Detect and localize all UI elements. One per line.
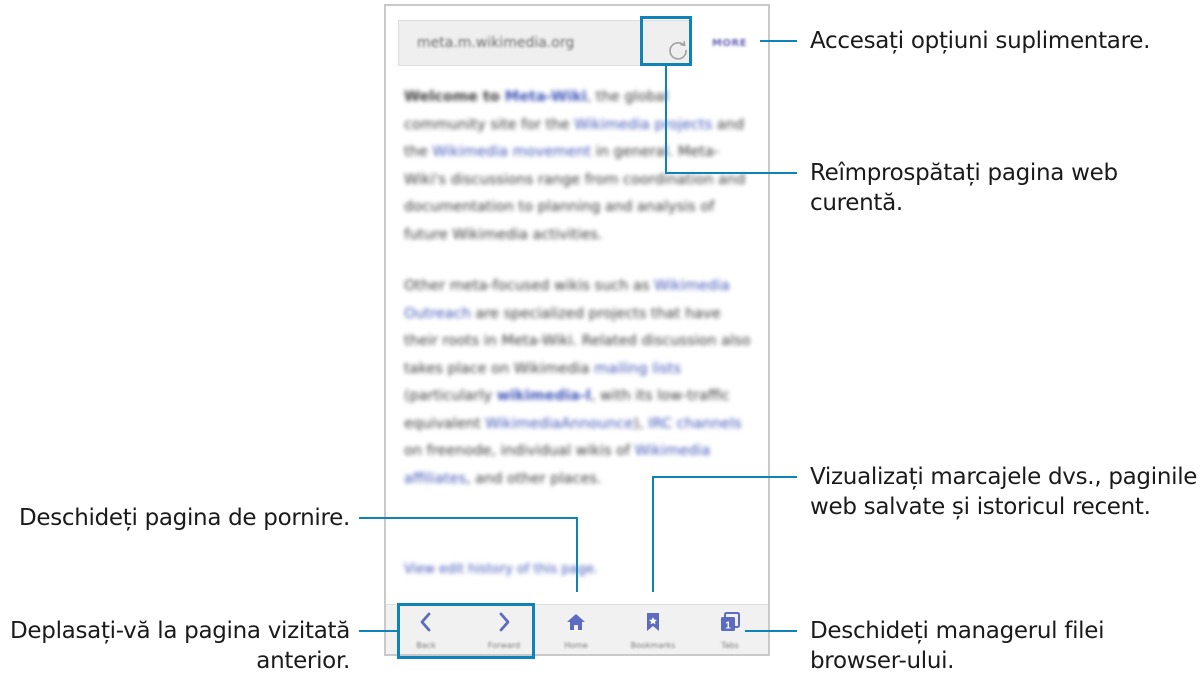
callout-line-refresh-h xyxy=(665,172,797,174)
link[interactable]: Meta-Wiki xyxy=(505,89,587,105)
callout-bookmarks-line2: web salvate și istoricul recent. xyxy=(810,494,1151,520)
callout-line-more xyxy=(760,40,797,42)
home-icon xyxy=(567,614,585,630)
link[interactable]: mailing lists xyxy=(594,361,681,377)
refresh-highlight xyxy=(640,16,692,66)
callout-line-bookmarks-h xyxy=(652,476,797,478)
callout-refresh: Reîmprospătați pagina web curentă. xyxy=(810,158,1118,218)
tabs-icon: 1 xyxy=(721,612,740,632)
bookmarks-label: Bookmarks xyxy=(630,641,676,650)
link[interactable]: Wikimedia projects xyxy=(574,117,712,133)
callout-bookmarks: Vizualizați marcajele dvs., paginile web… xyxy=(810,462,1197,522)
callout-back-line1: Deplasați-vă la pagina vizitată xyxy=(10,618,350,644)
callout-refresh-line1: Reîmprospătați pagina web xyxy=(810,160,1118,186)
callout-tabs-line1: Deschideți managerul filei xyxy=(810,618,1105,644)
page-content: Welcome to Meta-Wiki, the global communi… xyxy=(404,84,754,517)
url-text: meta.m.wikimedia.org xyxy=(417,35,575,51)
home-label: Home xyxy=(564,641,588,650)
tabs-label: Tabs xyxy=(721,641,739,650)
link[interactable]: Wikimedia movement xyxy=(432,144,591,160)
callout-back: Deplasați-vă la pagina vizitată anterior… xyxy=(0,616,350,676)
link[interactable]: IRC channels xyxy=(648,416,741,432)
callout-line-back xyxy=(359,630,397,632)
callout-line-refresh-v xyxy=(665,66,667,173)
home-button[interactable]: Home xyxy=(546,605,606,654)
tabs-count: 1 xyxy=(725,621,731,632)
callout-line-tabs xyxy=(745,630,797,632)
callout-refresh-line2: curentă. xyxy=(810,190,903,216)
callout-bookmarks-line1: Vizualizați marcajele dvs., paginile xyxy=(810,464,1198,490)
paragraph-1: Welcome to Meta-Wiki, the global communi… xyxy=(404,89,746,243)
callout-tabs: Deschideți managerul filei browser-ului. xyxy=(810,616,1105,676)
callout-line-home-h xyxy=(359,517,578,519)
bookmark-icon xyxy=(647,613,659,631)
link[interactable]: wikimedia-l xyxy=(497,388,591,404)
back-forward-highlight xyxy=(397,603,535,659)
callout-tabs-line2: browser-ului. xyxy=(810,648,955,674)
more-button[interactable]: MORE xyxy=(712,38,747,49)
bookmarks-button[interactable]: Bookmarks xyxy=(623,605,683,654)
callout-line-bookmarks-v xyxy=(652,476,654,592)
paragraph-2: Other meta-focused wikis such as Wikimed… xyxy=(404,278,751,487)
callout-more: Accesați opțiuni suplimentare. xyxy=(810,28,1151,54)
callout-home: Deschideți pagina de pornire. xyxy=(18,505,350,531)
callout-line-home-v xyxy=(576,517,578,592)
callout-back-line2: anterior. xyxy=(256,648,350,674)
edit-history-link[interactable]: View edit history of this page. xyxy=(404,562,598,577)
link[interactable]: WikimediaAnnounce xyxy=(485,416,633,432)
